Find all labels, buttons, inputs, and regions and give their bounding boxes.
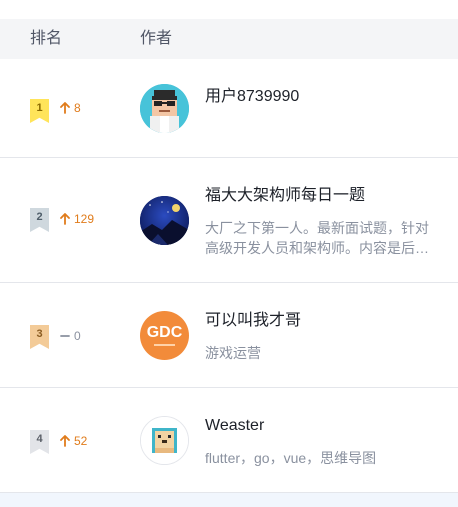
rank-badge: 3 bbox=[30, 325, 49, 349]
rank-badge: 4 bbox=[30, 430, 49, 454]
author-name[interactable]: 可以叫我才哥 bbox=[205, 311, 301, 331]
rank-change-value: 8 bbox=[74, 101, 81, 115]
rank-change-value: 129 bbox=[74, 212, 95, 226]
rank-badge: 2 bbox=[30, 208, 49, 232]
list-header: 排名 作者 bbox=[0, 19, 458, 59]
rank-trend: 0 bbox=[60, 328, 81, 344]
rank-trend: 129 bbox=[60, 211, 94, 227]
dash-icon bbox=[60, 335, 70, 337]
author-description: flutter，go，vue，思维导图 bbox=[205, 450, 377, 466]
author-name[interactable]: 福大大架构师每日一题 bbox=[205, 186, 365, 206]
avatar-logo-underline bbox=[154, 344, 175, 346]
avatar[interactable] bbox=[140, 416, 189, 465]
avatar[interactable] bbox=[140, 84, 189, 133]
next-row-partial bbox=[0, 493, 458, 507]
rank-trend: 8 bbox=[60, 100, 81, 116]
avatar-logo-text: GDC bbox=[146, 324, 183, 341]
arrow-up-icon bbox=[60, 435, 70, 447]
rank-change-value: 0 bbox=[74, 329, 81, 343]
arrow-up-icon bbox=[60, 213, 70, 225]
ranking-row[interactable]: 3 0 GDC 可以叫我才哥 游戏运营 bbox=[0, 283, 458, 388]
author-name[interactable]: Weaster bbox=[205, 416, 264, 436]
arrow-up-icon bbox=[60, 102, 70, 114]
author-name[interactable]: 用户8739990 bbox=[205, 87, 299, 107]
avatar[interactable] bbox=[140, 196, 189, 245]
night-landscape-avatar-icon bbox=[140, 196, 189, 245]
rank-change-value: 52 bbox=[74, 434, 88, 448]
ranking-row[interactable]: 4 52 Weaster flutter，go，vue，思维导图 bbox=[0, 388, 458, 493]
author-description: 游戏运营 bbox=[205, 345, 261, 361]
ranking-row[interactable]: 1 8 用户8739990 bbox=[0, 59, 458, 158]
author-ranking-list: 排名 作者 1 8 用户8739990 2 129 福大大架构师每日一题 大厂之… bbox=[0, 0, 458, 507]
author-column-header: 作者 bbox=[140, 30, 173, 47]
pixel-avatar-icon bbox=[140, 84, 189, 133]
author-description: 大厂之下第一人。最新面试题，针对高级开发人员和架构师。内容是后端和云原生，以go… bbox=[205, 220, 429, 256]
ranking-row[interactable]: 2 129 福大大架构师每日一题 大厂之下第一人。最新面试题，针对高级开发人员和… bbox=[0, 158, 458, 283]
avatar[interactable]: GDC bbox=[140, 311, 189, 360]
rank-badge: 1 bbox=[30, 99, 49, 123]
pixel-dog-avatar-icon bbox=[141, 417, 188, 464]
rank-column-header: 排名 bbox=[30, 30, 63, 47]
rank-trend: 52 bbox=[60, 433, 87, 449]
